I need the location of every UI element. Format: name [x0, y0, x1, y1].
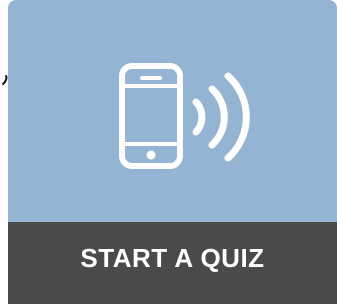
- signal-wave-small: [192, 98, 206, 136]
- start-quiz-button[interactable]: START A QUIZ: [8, 222, 337, 304]
- start-quiz-label: START A QUIZ: [80, 242, 265, 273]
- start-quiz-card[interactable]: START A QUIZ: [8, 0, 337, 304]
- card-icon-panel[interactable]: [8, 0, 337, 222]
- signal-wave-medium: [208, 85, 228, 149]
- phone-home-button: [146, 150, 156, 160]
- phone-signal-icon: [119, 63, 250, 169]
- signal-wave-large: [224, 72, 250, 162]
